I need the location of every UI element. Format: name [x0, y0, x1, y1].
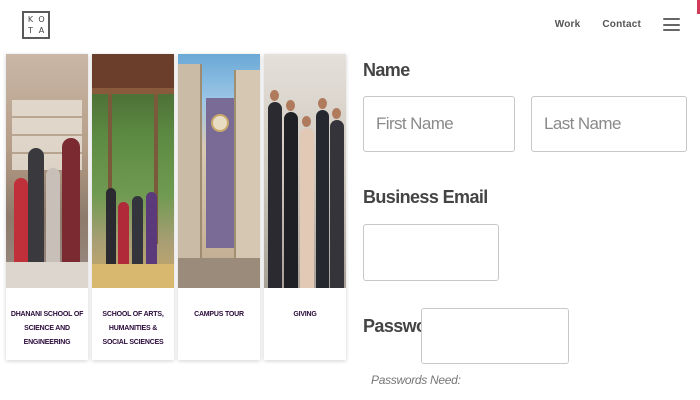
- card-label: Dhanani School of Science and Engineerin…: [10, 311, 84, 346]
- photo-table: [6, 262, 88, 288]
- card-photo-campus: [178, 54, 260, 288]
- card-label: Campus Tour: [194, 311, 244, 318]
- last-name-input[interactable]: [531, 96, 687, 152]
- photo-head: [332, 108, 341, 119]
- photo-head: [318, 98, 327, 109]
- photo-person: [268, 102, 282, 288]
- project-card[interactable]: School of Arts, Humanities & Social Scie…: [92, 54, 174, 360]
- photo-person: [316, 110, 329, 288]
- name-label: Name: [363, 60, 410, 80]
- business-email-label: Business Email: [363, 187, 488, 207]
- logo-letter-t: T: [28, 25, 33, 35]
- logo-letter-a: A: [38, 25, 45, 35]
- photo-path: [178, 258, 260, 288]
- password-input[interactable]: [421, 308, 569, 364]
- photo-building: [234, 70, 260, 288]
- photo-head: [286, 100, 295, 111]
- project-card[interactable]: Giving: [264, 54, 346, 360]
- logo-letter-o: O: [38, 14, 45, 24]
- card-label: School of Arts, Humanities & Social Scie…: [102, 311, 164, 346]
- photo-person: [146, 192, 157, 268]
- photo-canopy: [92, 54, 174, 94]
- business-email-input[interactable]: [363, 224, 499, 281]
- photo-person: [28, 148, 44, 268]
- photo-person: [62, 138, 80, 268]
- hamburger-line: [663, 23, 680, 26]
- photo-person: [46, 168, 60, 268]
- photo-person: [14, 178, 28, 268]
- photo-person: [118, 202, 129, 268]
- photo-ground: [92, 264, 174, 288]
- first-name-input[interactable]: [363, 96, 515, 152]
- card-photo-group: [264, 54, 346, 288]
- card-photo-courtyard: [92, 54, 174, 288]
- site-header: K O T A Work Contact: [0, 0, 700, 52]
- photo-person: [132, 196, 143, 268]
- hamburger-line: [663, 18, 680, 20]
- project-cards: Dhanani School of Science and Engineerin…: [6, 54, 346, 360]
- photo-head: [302, 116, 311, 127]
- nav-link-work[interactable]: Work: [555, 19, 581, 30]
- logo-letter-k: K: [27, 14, 34, 24]
- nav-link-contact[interactable]: Contact: [602, 19, 641, 30]
- project-card[interactable]: Campus Tour: [178, 54, 260, 360]
- photo-person: [300, 128, 314, 288]
- kota-logo[interactable]: K O T A: [22, 11, 50, 39]
- main-nav: Work Contact: [555, 18, 680, 31]
- card-photo-lab: [6, 54, 88, 288]
- photo-head: [270, 90, 279, 101]
- photo-person: [330, 120, 344, 288]
- photo-seal: [211, 114, 229, 132]
- project-card[interactable]: Dhanani School of Science and Engineerin…: [6, 54, 88, 360]
- card-label: Giving: [293, 311, 317, 318]
- password-requirements-hint: Passwords Need:: [371, 373, 461, 387]
- hamburger-menu-icon[interactable]: [663, 18, 680, 31]
- hamburger-line: [663, 29, 680, 31]
- photo-person: [284, 112, 298, 288]
- photo-building: [178, 64, 202, 288]
- photo-person: [106, 188, 116, 268]
